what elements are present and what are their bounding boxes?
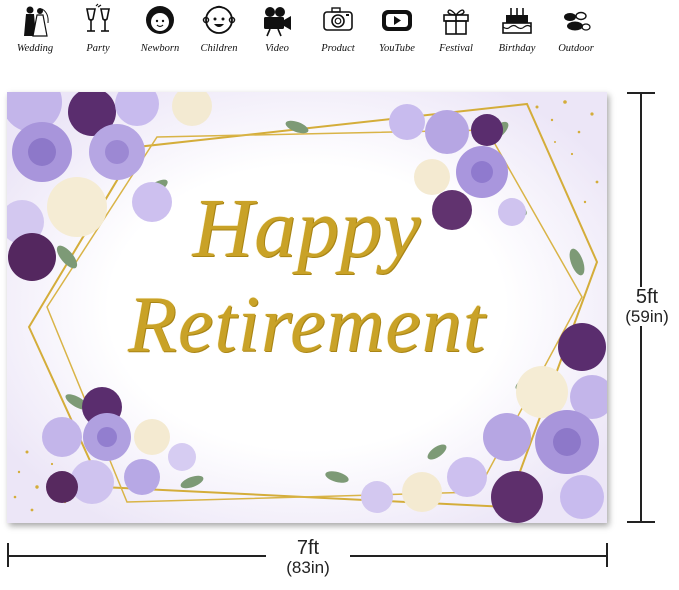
category-label: Newborn — [140, 43, 180, 54]
height-dimension-cap-top — [627, 92, 655, 94]
width-in: (83in) — [286, 558, 330, 577]
banner-headline-happy: Happy — [192, 182, 422, 275]
category-label: Festival — [439, 43, 473, 54]
video-camera-icon — [264, 7, 291, 37]
category-outdoor[interactable]: Outdoor — [545, 0, 607, 62]
category-label: Birthday — [498, 43, 536, 54]
category-festival[interactable]: Festival — [425, 0, 487, 62]
play-button-icon — [382, 10, 412, 31]
category-label: YouTube — [379, 43, 415, 54]
category-label: Wedding — [16, 43, 54, 54]
category-video[interactable]: Video — [246, 0, 308, 62]
category-bar: Wedding Party Newborn Children Video Pro… — [0, 0, 679, 70]
height-in: (59in) — [625, 307, 669, 326]
category-label: Outdoor — [558, 43, 594, 54]
height-ft: 5ft — [635, 286, 659, 308]
category-label: Party — [86, 43, 110, 54]
child-face-icon — [202, 5, 236, 34]
bride-groom-icon — [24, 6, 49, 37]
width-ft: 7ft — [296, 537, 320, 559]
category-party[interactable]: Party — [67, 0, 129, 62]
category-wedding[interactable]: Wedding — [4, 0, 66, 62]
category-label: Video — [265, 43, 289, 54]
category-label: Children — [200, 43, 238, 54]
baby-face-icon — [146, 6, 174, 34]
height-dimension-cap-bottom — [627, 521, 655, 523]
height-dimension-label: 5ft (59in) — [616, 287, 678, 326]
category-newborn[interactable]: Newborn — [129, 0, 191, 62]
camera-icon — [323, 7, 353, 31]
gift-box-icon — [443, 9, 469, 35]
backdrop-banner: Happy Retirement — [7, 92, 607, 523]
category-birthday[interactable]: Birthday — [486, 0, 548, 62]
category-product[interactable]: Product — [307, 0, 369, 62]
width-dimension-cap-right — [606, 543, 608, 567]
category-label: Product — [321, 43, 355, 54]
champagne-toast-icon — [86, 3, 110, 32]
banner-headline-retirement: Retirement — [127, 281, 486, 369]
width-dimension-label: 7ft (83in) — [266, 538, 350, 577]
category-youtube[interactable]: YouTube — [366, 0, 428, 62]
width-dimension-cap-left — [7, 543, 9, 567]
birthday-cake-icon — [502, 8, 532, 34]
stones-icon — [564, 11, 591, 31]
category-children[interactable]: Children — [188, 0, 250, 62]
